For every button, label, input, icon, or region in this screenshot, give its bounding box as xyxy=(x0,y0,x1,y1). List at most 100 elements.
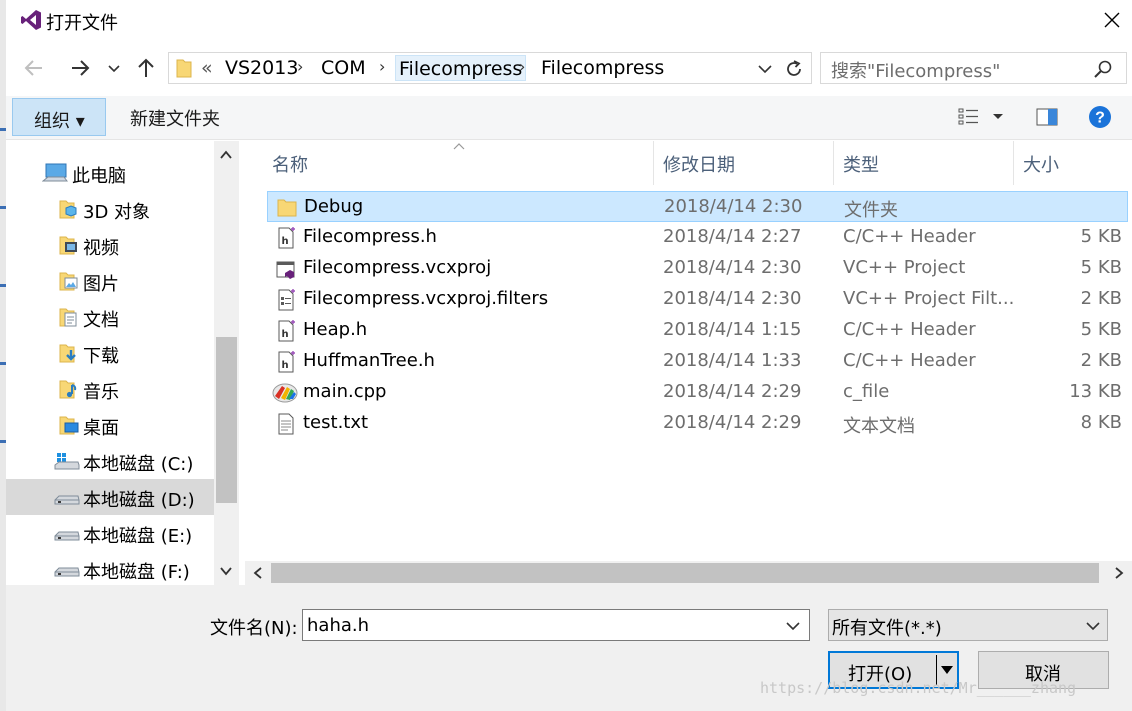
folder-icon xyxy=(277,199,297,217)
nav-label: 本地磁盘 (E:) xyxy=(83,526,193,547)
address-bar[interactable]: « VS2013 › COM › Filecompress › Filecomp… xyxy=(168,52,812,84)
address-separator-icon[interactable]: › xyxy=(297,57,303,76)
file-size: 13 KB xyxy=(1069,381,1122,402)
refresh-icon[interactable] xyxy=(783,58,805,80)
command-toolbar: 组织 ▾ 新建文件夹 ? xyxy=(6,96,1132,140)
search-icon[interactable] xyxy=(1093,59,1113,79)
nav-item-pictures[interactable]: 图片 xyxy=(6,263,214,299)
file-date: 2018/4/14 2:27 xyxy=(663,226,802,247)
scroll-right-chevron-icon[interactable] xyxy=(1113,566,1125,580)
header-file-icon: h xyxy=(278,320,295,342)
file-type-filter-select[interactable]: 所有文件(*.*) xyxy=(828,609,1108,641)
file-date: 2018/4/14 1:15 xyxy=(663,319,802,340)
file-type: 文本文档 xyxy=(843,416,915,437)
address-segment-vs2013[interactable]: VS2013 xyxy=(225,55,298,81)
scrollbar-thumb[interactable] xyxy=(216,337,237,503)
column-header-type[interactable]: 类型 xyxy=(834,141,1014,185)
nav-item-music[interactable]: 音乐 xyxy=(6,371,214,407)
filters-file-icon xyxy=(278,289,295,311)
nav-item-drive-e[interactable]: 本地磁盘 (E:) xyxy=(6,515,214,551)
nav-scrollbar[interactable] xyxy=(214,141,239,585)
file-size: 5 KB xyxy=(1080,226,1122,247)
forward-arrow-icon[interactable] xyxy=(68,56,92,80)
filter-dropdown-chevron-icon[interactable] xyxy=(1085,619,1101,633)
close-icon[interactable] xyxy=(1098,6,1126,34)
file-date: 2018/4/14 2:30 xyxy=(663,257,802,278)
file-type: 文件夹 xyxy=(844,200,898,221)
file-row-heap-h[interactable]: h Heap.h 2018/4/14 1:15 C/C++ Header 5 K… xyxy=(267,315,1128,346)
documents-folder-icon xyxy=(59,308,77,327)
header-file-icon: h xyxy=(278,227,295,249)
nav-label: 下载 xyxy=(83,346,119,367)
recent-locations-chevron-icon[interactable] xyxy=(106,56,122,80)
3d-objects-folder-icon xyxy=(59,200,77,219)
column-header-date[interactable]: 修改日期 xyxy=(654,141,834,185)
file-name: main.cpp xyxy=(303,381,387,402)
nav-item-desktop[interactable]: 桌面 xyxy=(6,407,214,443)
file-list-hscrollbar[interactable] xyxy=(245,561,1132,585)
view-options-icon[interactable] xyxy=(958,107,980,127)
address-segment-com[interactable]: COM xyxy=(321,55,366,81)
address-segment-filecompress-parent[interactable]: Filecompress xyxy=(395,55,527,81)
scroll-down-chevron-icon[interactable] xyxy=(219,565,233,577)
file-date: 2018/4/14 2:29 xyxy=(663,381,802,402)
address-separator-icon[interactable]: › xyxy=(379,57,385,76)
navigation-pane: 此电脑 3D 对象 视频 图片 文档 下载 音乐 桌面 本地磁盘 (C:) 本地… xyxy=(6,141,239,585)
file-row-test-txt[interactable]: test.txt 2018/4/14 2:29 文本文档 8 KB xyxy=(267,408,1128,439)
scroll-left-chevron-icon[interactable] xyxy=(252,566,264,580)
nav-item-downloads[interactable]: 下载 xyxy=(6,335,214,371)
file-row-filecompress-h[interactable]: h Filecompress.h 2018/4/14 2:27 C/C++ He… xyxy=(267,222,1128,253)
view-dropdown-arrow-icon[interactable] xyxy=(992,110,1004,122)
address-overflow[interactable]: « xyxy=(201,55,213,81)
scroll-up-chevron-icon[interactable] xyxy=(219,149,233,161)
svg-text:h: h xyxy=(281,360,288,371)
file-name: HuffmanTree.h xyxy=(303,350,435,371)
file-size: 5 KB xyxy=(1080,257,1122,278)
nav-label: 本地磁盘 (C:) xyxy=(83,454,194,475)
dialog-footer: 文件名(N): 所有文件(*.*) 打开(O) 取消 https://blog.… xyxy=(6,585,1132,711)
column-header-name[interactable]: 名称 xyxy=(263,141,654,185)
preview-pane-icon[interactable] xyxy=(1036,107,1058,127)
help-icon[interactable]: ? xyxy=(1088,105,1112,129)
filename-label: 文件名(N): xyxy=(210,618,298,639)
open-options-arrow-icon[interactable] xyxy=(940,663,954,677)
music-folder-icon xyxy=(59,380,77,399)
search-box[interactable]: 搜索"Filecompress" xyxy=(820,52,1127,84)
file-name: test.txt xyxy=(303,412,369,433)
nav-item-documents[interactable]: 文档 xyxy=(6,299,214,335)
nav-label: 图片 xyxy=(83,274,119,295)
file-row-huffmantree-h[interactable]: h HuffmanTree.h 2018/4/14 1:33 C/C++ Hea… xyxy=(267,346,1128,377)
nav-item-3d-objects[interactable]: 3D 对象 xyxy=(6,191,214,227)
nav-item-this-pc[interactable]: 此电脑 xyxy=(6,155,214,191)
organize-button[interactable]: 组织 ▾ xyxy=(12,98,106,136)
file-type: C/C++ Header xyxy=(843,350,976,371)
address-dropdown-chevron-icon[interactable] xyxy=(757,61,773,77)
column-label: 修改日期 xyxy=(663,155,735,176)
organize-label: 组织 ▾ xyxy=(34,111,85,132)
file-row-filecompress-vcxproj-filters[interactable]: Filecompress.vcxproj.filters 2018/4/14 2… xyxy=(267,284,1128,315)
nav-label: 3D 对象 xyxy=(83,202,151,223)
pictures-folder-icon xyxy=(59,272,78,291)
file-list-pane: 名称 修改日期 类型 大小 Debug 2018/4/14 2:30 文件夹 h xyxy=(245,141,1132,585)
computer-icon xyxy=(42,163,68,182)
scrollbar-thumb[interactable] xyxy=(271,563,1099,583)
file-row-filecompress-vcxproj[interactable]: Filecompress.vcxproj 2018/4/14 2:30 VC++… xyxy=(267,253,1128,284)
back-arrow-icon[interactable] xyxy=(22,56,46,80)
nav-item-drive-c[interactable]: 本地磁盘 (C:) xyxy=(6,443,214,479)
new-folder-button[interactable]: 新建文件夹 xyxy=(130,105,220,131)
nav-item-videos[interactable]: 视频 xyxy=(6,227,214,263)
nav-item-drive-f[interactable]: 本地磁盘 (F:) xyxy=(6,551,214,587)
file-date: 2018/4/14 2:29 xyxy=(663,412,802,433)
file-row-debug[interactable]: Debug 2018/4/14 2:30 文件夹 xyxy=(267,191,1128,222)
filename-input[interactable] xyxy=(307,612,777,638)
windows-drive-icon xyxy=(54,453,80,470)
nav-item-drive-d[interactable]: 本地磁盘 (D:) xyxy=(6,479,214,515)
up-arrow-icon[interactable] xyxy=(134,56,158,80)
address-segment-filecompress[interactable]: Filecompress xyxy=(541,55,664,81)
address-separator-icon[interactable]: › xyxy=(519,57,525,76)
file-row-main-cpp[interactable]: main.cpp 2018/4/14 2:29 c_file 13 KB xyxy=(267,377,1128,408)
filename-combobox[interactable] xyxy=(302,609,810,641)
column-header-size[interactable]: 大小 xyxy=(1014,141,1132,185)
navigation-row: « VS2013 › COM › Filecompress › Filecomp… xyxy=(6,40,1132,96)
filename-dropdown-chevron-icon[interactable] xyxy=(785,619,801,633)
